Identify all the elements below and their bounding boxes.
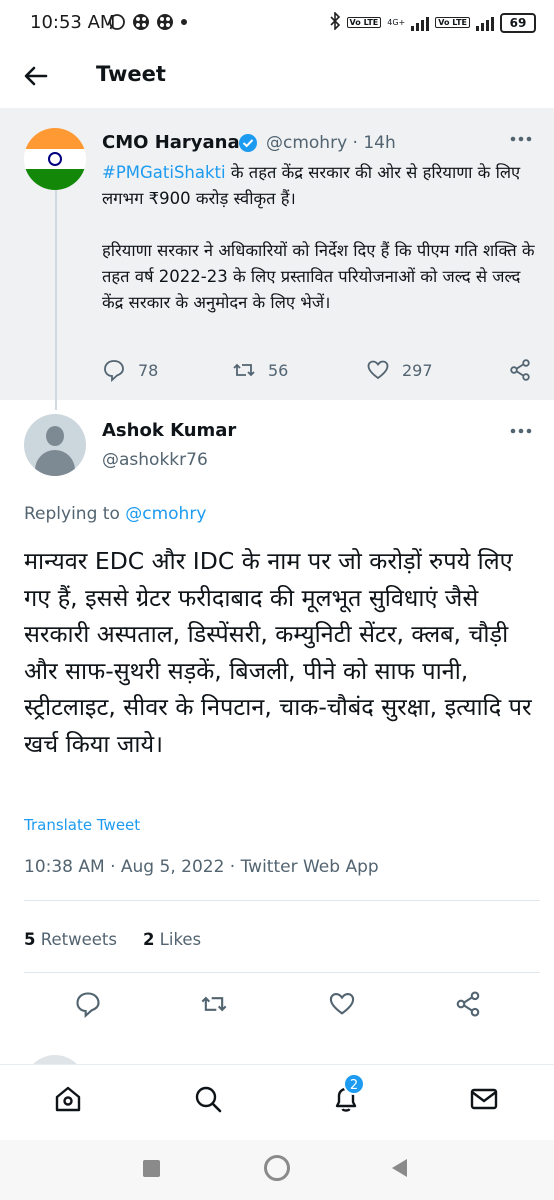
retweet-icon [233,363,255,377]
like-icon [367,360,389,380]
thread-connector [55,190,57,410]
author-name[interactable]: CMO Haryana [102,132,240,153]
home-icon[interactable] [52,1083,84,1115]
like-icon[interactable] [328,990,356,1018]
tweet-text-para2: हरियाणा सरकार ने अधिकारियों को निर्देश द… [102,241,535,312]
likes-count: 2 [142,930,155,949]
recent-apps-icon[interactable] [143,1160,160,1177]
share-icon[interactable] [454,990,482,1018]
retweets-count: 5 [24,930,36,949]
app-icon [132,13,150,31]
back-arrow-icon[interactable] [22,62,50,90]
status-time: 10:53 AM [30,12,116,33]
replying-to: Replying to @cmohry [24,504,206,524]
tweet-timestamp: 10:38 AM · Aug 5, 2022 · Twitter Web App [24,857,379,877]
status-right: Vo LTE 4G+ Vo LTE 69 [329,11,536,33]
search-icon[interactable] [192,1083,224,1115]
retweet-count: 56 [268,360,289,380]
bottom-navigation: 2 [0,1064,554,1140]
status-bar: 10:53 AM Vo LTE 4G+ Vo LTE 69 [0,0,554,48]
retweets-stat[interactable]: 5 Retweets [24,930,117,949]
likes-stat[interactable]: 2 Likes [143,930,201,949]
home-button-icon[interactable] [264,1155,290,1181]
bluetooth-icon [329,11,341,33]
reply-icon [104,360,124,382]
replying-prefix: Replying to [24,504,126,524]
avatar[interactable] [24,128,86,190]
parent-tweet[interactable]: CMO Haryana @cmohry · 14h #PMGatiShakti … [0,108,554,400]
more-icon[interactable] [510,428,532,434]
whatsapp-icon [108,13,126,31]
divider [24,972,540,973]
like-button[interactable]: 297 [366,358,433,382]
retweet-icon[interactable] [200,990,228,1018]
verified-badge-icon [239,134,257,152]
author-handle[interactable]: @ashokkr76 [102,450,208,470]
system-back-icon[interactable] [392,1159,407,1177]
like-count: 297 [402,360,433,380]
reply-count: 78 [138,360,159,380]
tweet-stats: 5 Retweets 2 Likes [24,930,201,949]
share-icon [510,359,530,381]
tweet-actions [0,990,554,1022]
avatar[interactable] [24,414,86,476]
mention-link[interactable]: @cmohry [125,504,206,524]
divider [24,900,540,901]
retweets-label: Retweets [35,930,117,949]
dot-icon [180,13,188,31]
tweet-text: मान्यवर EDC और IDC के नाम पर जो करोड़ों … [24,547,532,758]
battery-indicator: 69 [500,12,536,33]
signal-icon [411,15,430,31]
translate-tweet-link[interactable]: Translate Tweet [24,816,140,834]
hashtag-link[interactable]: #PMGatiShakti [102,163,226,182]
reply-icon[interactable] [74,990,102,1018]
signal-icon-2 [476,15,494,31]
more-icon[interactable] [510,136,532,142]
tweet-text: #PMGatiShakti के तहत केंद्र सरकार की ओर … [102,160,542,316]
likes-label: Likes [154,930,202,949]
author-handle: @cmohry · 14h [266,133,396,153]
author-name[interactable]: Ashok Kumar [102,420,236,441]
lte-badge: Vo LTE [346,17,382,28]
system-navigation-bar [0,1140,554,1200]
lte-badge-2: Vo LTE [435,17,470,28]
network-label: 4G+ [387,18,406,27]
page-title: Tweet [96,62,166,86]
tweet-actions: 78 56 297 [102,358,542,386]
share-button[interactable] [508,358,532,382]
mail-icon[interactable] [468,1083,500,1115]
app-header: Tweet [0,48,554,104]
status-notification-icons [108,13,188,31]
notification-badge: 2 [343,1073,365,1095]
reply-button[interactable]: 78 [102,358,158,382]
app-icon-2 [156,13,174,31]
retweet-button[interactable]: 56 [232,358,288,382]
